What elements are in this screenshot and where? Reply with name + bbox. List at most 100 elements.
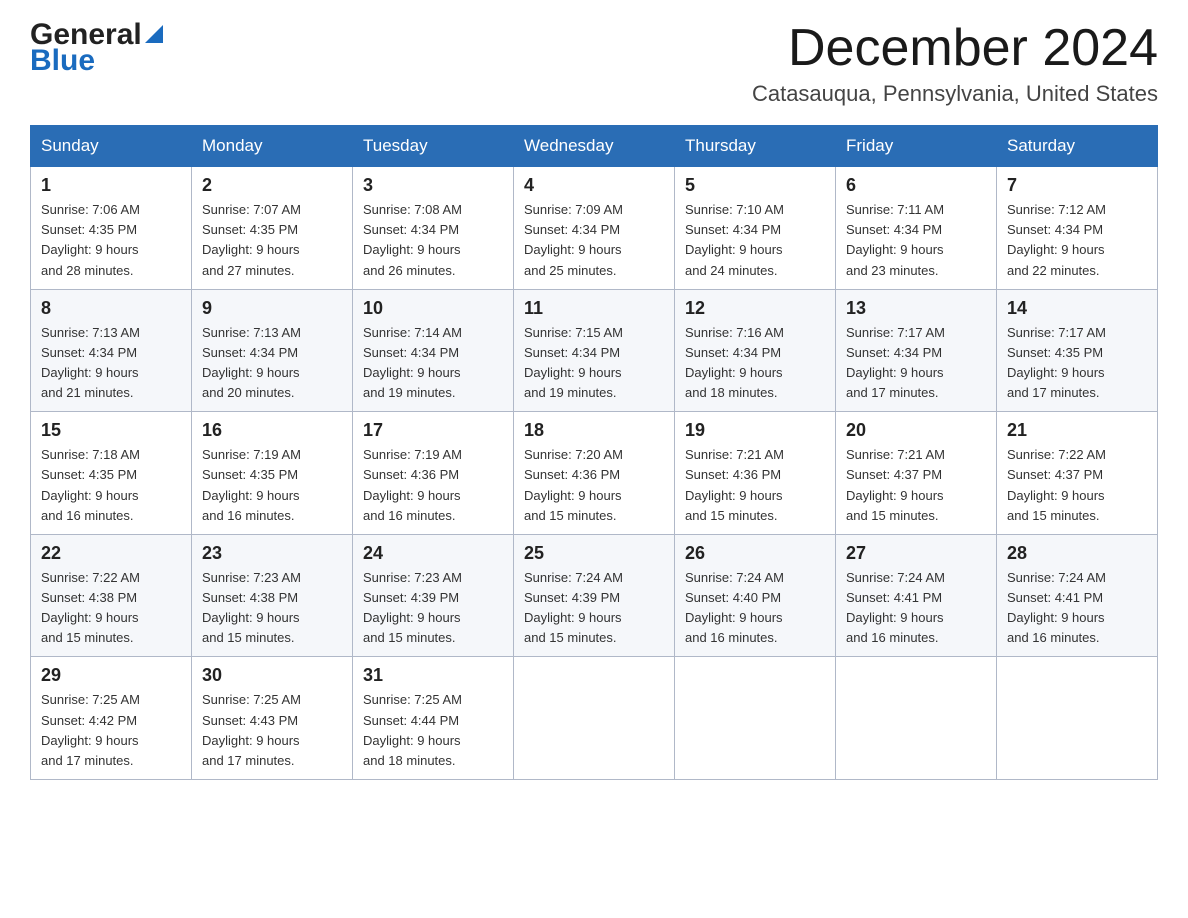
day-detail: Sunrise: 7:19 AMSunset: 4:35 PMDaylight:…: [202, 445, 342, 526]
calendar-cell: 10Sunrise: 7:14 AMSunset: 4:34 PMDayligh…: [353, 289, 514, 412]
day-number: 13: [846, 298, 986, 319]
day-number: 28: [1007, 543, 1147, 564]
day-number: 22: [41, 543, 181, 564]
day-detail: Sunrise: 7:11 AMSunset: 4:34 PMDaylight:…: [846, 200, 986, 281]
col-header-wednesday: Wednesday: [514, 126, 675, 167]
day-number: 14: [1007, 298, 1147, 319]
day-detail: Sunrise: 7:25 AMSunset: 4:44 PMDaylight:…: [363, 690, 503, 771]
day-number: 4: [524, 175, 664, 196]
col-header-sunday: Sunday: [31, 126, 192, 167]
title-area: December 2024 Catasauqua, Pennsylvania, …: [752, 20, 1158, 107]
calendar-cell: 8 Sunrise: 7:13 AMSunset: 4:34 PMDaylight…: [31, 289, 192, 412]
day-number: 31: [363, 665, 503, 686]
calendar-cell: 5 Sunrise: 7:10 AMSunset: 4:34 PMDaylight…: [675, 167, 836, 290]
day-number: 29: [41, 665, 181, 686]
calendar-cell: 23 Sunrise: 7:23 AMSunset: 4:38 PMDayligh…: [192, 534, 353, 657]
calendar-cell: 11 Sunrise: 7:15 AMSunset: 4:34 PMDayligh…: [514, 289, 675, 412]
day-detail: Sunrise: 7:24 AMSunset: 4:41 PMDaylight:…: [1007, 568, 1147, 649]
day-number: 7: [1007, 175, 1147, 196]
day-detail: Sunrise: 7:23 AMSunset: 4:39 PMDaylight:…: [363, 568, 503, 649]
day-number: 24: [363, 543, 503, 564]
day-detail: Sunrise: 7:19 AMSunset: 4:36 PMDaylight:…: [363, 445, 503, 526]
day-detail: Sunrise: 7:21 AMSunset: 4:36 PMDaylight:…: [685, 445, 825, 526]
calendar-cell: 16Sunrise: 7:19 AMSunset: 4:35 PMDayligh…: [192, 412, 353, 535]
day-detail: Sunrise: 7:06 AMSunset: 4:35 PMDaylight:…: [41, 200, 181, 281]
day-detail: Sunrise: 7:12 AMSunset: 4:34 PMDaylight:…: [1007, 200, 1147, 281]
day-number: 25: [524, 543, 664, 564]
day-number: 30: [202, 665, 342, 686]
calendar-cell: 26 Sunrise: 7:24 AMSunset: 4:40 PMDayligh…: [675, 534, 836, 657]
day-number: 15: [41, 420, 181, 441]
calendar-cell: [514, 657, 675, 780]
month-title: December 2024: [752, 20, 1158, 77]
day-number: 1: [41, 175, 181, 196]
col-header-monday: Monday: [192, 126, 353, 167]
day-detail: Sunrise: 7:22 AMSunset: 4:37 PMDaylight:…: [1007, 445, 1147, 526]
day-number: 11: [524, 298, 664, 319]
col-header-saturday: Saturday: [997, 126, 1158, 167]
day-number: 17: [363, 420, 503, 441]
day-detail: Sunrise: 7:10 AMSunset: 4:34 PMDaylight:…: [685, 200, 825, 281]
day-detail: Sunrise: 7:13 AMSunset: 4:34 PMDaylight:…: [202, 323, 342, 404]
day-detail: Sunrise: 7:24 AMSunset: 4:40 PMDaylight:…: [685, 568, 825, 649]
day-number: 9: [202, 298, 342, 319]
day-number: 26: [685, 543, 825, 564]
calendar-week-3: 15 Sunrise: 7:18 AMSunset: 4:35 PMDayligh…: [31, 412, 1158, 535]
calendar-cell: 27 Sunrise: 7:24 AMSunset: 4:41 PMDayligh…: [836, 534, 997, 657]
day-detail: Sunrise: 7:17 AMSunset: 4:34 PMDaylight:…: [846, 323, 986, 404]
day-detail: Sunrise: 7:17 AMSunset: 4:35 PMDaylight:…: [1007, 323, 1147, 404]
day-detail: Sunrise: 7:24 AMSunset: 4:39 PMDaylight:…: [524, 568, 664, 649]
day-number: 8: [41, 298, 181, 319]
day-number: 5: [685, 175, 825, 196]
calendar-week-5: 29 Sunrise: 7:25 AMSunset: 4:42 PMDayligh…: [31, 657, 1158, 780]
day-number: 3: [363, 175, 503, 196]
day-number: 6: [846, 175, 986, 196]
calendar-week-4: 22 Sunrise: 7:22 AMSunset: 4:38 PMDayligh…: [31, 534, 1158, 657]
calendar-cell: 4 Sunrise: 7:09 AMSunset: 4:34 PMDaylight…: [514, 167, 675, 290]
calendar-cell: 29 Sunrise: 7:25 AMSunset: 4:42 PMDayligh…: [31, 657, 192, 780]
calendar-cell: 21Sunrise: 7:22 AMSunset: 4:37 PMDayligh…: [997, 412, 1158, 535]
calendar-cell: 2Sunrise: 7:07 AMSunset: 4:35 PMDaylight…: [192, 167, 353, 290]
day-detail: Sunrise: 7:21 AMSunset: 4:37 PMDaylight:…: [846, 445, 986, 526]
day-detail: Sunrise: 7:07 AMSunset: 4:35 PMDaylight:…: [202, 200, 342, 281]
calendar-cell: 3Sunrise: 7:08 AMSunset: 4:34 PMDaylight…: [353, 167, 514, 290]
calendar-cell: 25 Sunrise: 7:24 AMSunset: 4:39 PMDayligh…: [514, 534, 675, 657]
calendar-cell: 13 Sunrise: 7:17 AMSunset: 4:34 PMDayligh…: [836, 289, 997, 412]
day-detail: Sunrise: 7:25 AMSunset: 4:42 PMDaylight:…: [41, 690, 181, 771]
page-header: General Blue December 2024 Catasauqua, P…: [30, 20, 1158, 107]
day-number: 27: [846, 543, 986, 564]
calendar-cell: 30Sunrise: 7:25 AMSunset: 4:43 PMDayligh…: [192, 657, 353, 780]
calendar-cell: 28 Sunrise: 7:24 AMSunset: 4:41 PMDayligh…: [997, 534, 1158, 657]
day-detail: Sunrise: 7:24 AMSunset: 4:41 PMDaylight:…: [846, 568, 986, 649]
day-detail: Sunrise: 7:23 AMSunset: 4:38 PMDaylight:…: [202, 568, 342, 649]
col-header-tuesday: Tuesday: [353, 126, 514, 167]
calendar-cell: 18Sunrise: 7:20 AMSunset: 4:36 PMDayligh…: [514, 412, 675, 535]
logo-arrow-icon: [145, 25, 163, 43]
calendar-cell: 17 Sunrise: 7:19 AMSunset: 4:36 PMDayligh…: [353, 412, 514, 535]
calendar-cell: 1 Sunrise: 7:06 AMSunset: 4:35 PMDaylight…: [31, 167, 192, 290]
day-detail: Sunrise: 7:09 AMSunset: 4:34 PMDaylight:…: [524, 200, 664, 281]
day-number: 19: [685, 420, 825, 441]
day-detail: Sunrise: 7:15 AMSunset: 4:34 PMDaylight:…: [524, 323, 664, 404]
calendar-week-1: 1 Sunrise: 7:06 AMSunset: 4:35 PMDaylight…: [31, 167, 1158, 290]
day-number: 23: [202, 543, 342, 564]
calendar-table: SundayMondayTuesdayWednesdayThursdayFrid…: [30, 125, 1158, 780]
calendar-cell: 31 Sunrise: 7:25 AMSunset: 4:44 PMDayligh…: [353, 657, 514, 780]
day-detail: Sunrise: 7:18 AMSunset: 4:35 PMDaylight:…: [41, 445, 181, 526]
calendar-cell: 22 Sunrise: 7:22 AMSunset: 4:38 PMDayligh…: [31, 534, 192, 657]
calendar-cell: 20Sunrise: 7:21 AMSunset: 4:37 PMDayligh…: [836, 412, 997, 535]
day-detail: Sunrise: 7:13 AMSunset: 4:34 PMDaylight:…: [41, 323, 181, 404]
col-header-thursday: Thursday: [675, 126, 836, 167]
day-number: 12: [685, 298, 825, 319]
calendar-cell: [836, 657, 997, 780]
calendar-cell: 12Sunrise: 7:16 AMSunset: 4:34 PMDayligh…: [675, 289, 836, 412]
calendar-cell: 15 Sunrise: 7:18 AMSunset: 4:35 PMDayligh…: [31, 412, 192, 535]
calendar-cell: 7 Sunrise: 7:12 AMSunset: 4:34 PMDaylight…: [997, 167, 1158, 290]
day-detail: Sunrise: 7:22 AMSunset: 4:38 PMDaylight:…: [41, 568, 181, 649]
calendar-cell: 14 Sunrise: 7:17 AMSunset: 4:35 PMDayligh…: [997, 289, 1158, 412]
logo: General Blue: [30, 20, 163, 76]
day-detail: Sunrise: 7:20 AMSunset: 4:36 PMDaylight:…: [524, 445, 664, 526]
calendar-cell: [675, 657, 836, 780]
col-header-friday: Friday: [836, 126, 997, 167]
calendar-cell: 24 Sunrise: 7:23 AMSunset: 4:39 PMDayligh…: [353, 534, 514, 657]
